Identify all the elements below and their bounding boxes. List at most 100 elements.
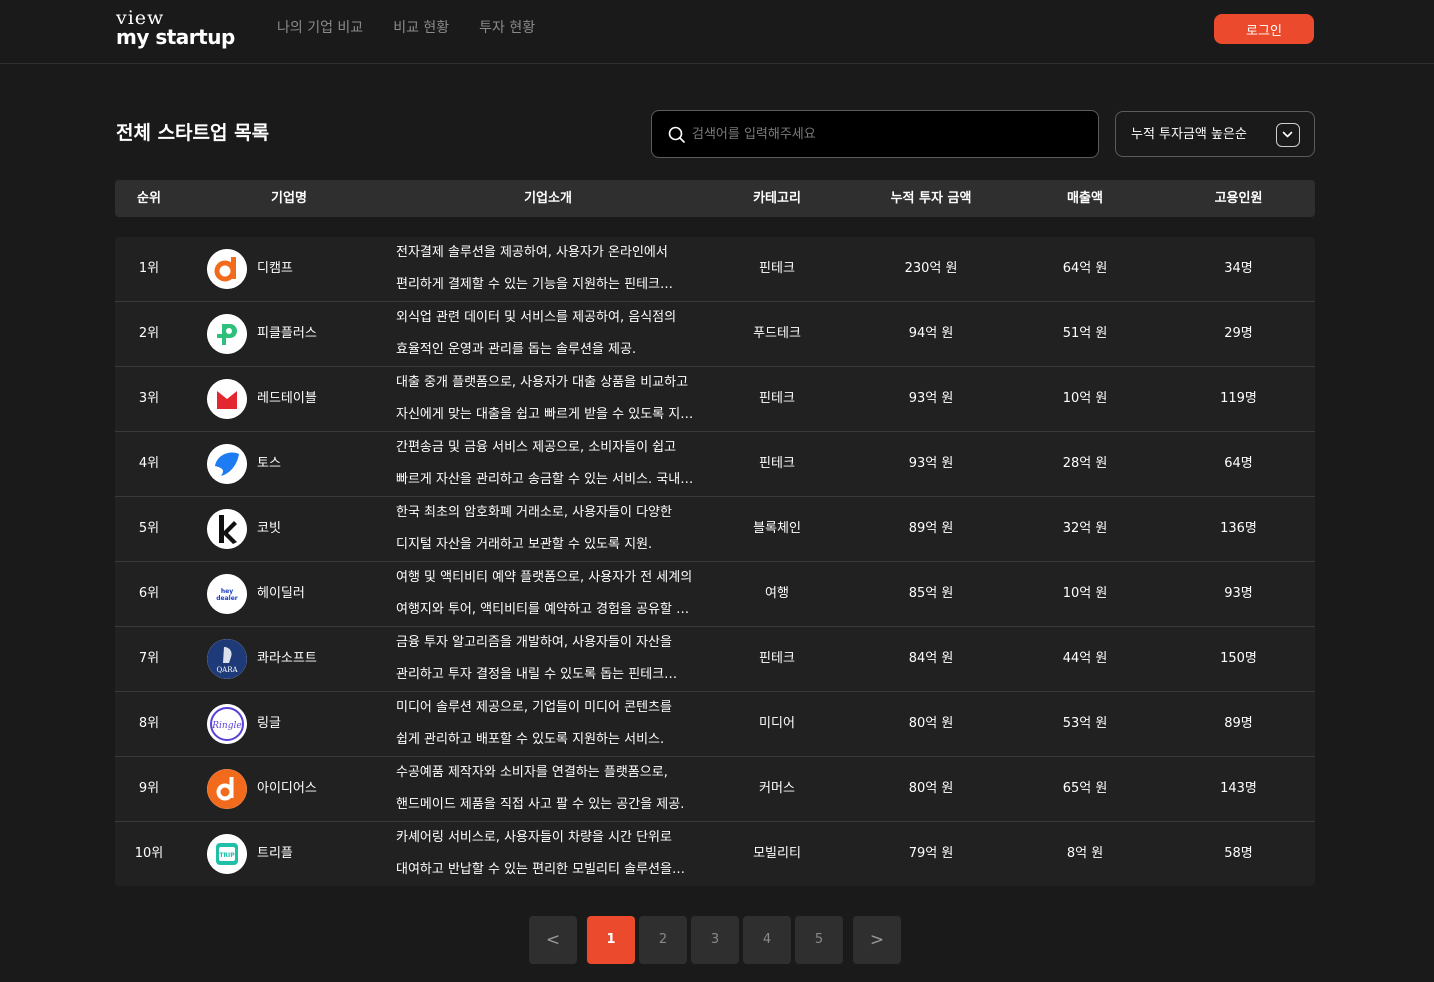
revenue-cell: 65억 원	[1062, 781, 1108, 796]
rank-cell: 2위	[138, 326, 160, 341]
investment-cell: 80억 원	[908, 781, 954, 796]
employees-cell: 93명	[1224, 586, 1253, 601]
category-cell: 블록체인	[753, 521, 801, 536]
revenue-cell: 53억 원	[1062, 716, 1108, 731]
description-line-2: 빠르게 자산을 관리하고 송금할 수 있는 서비스. 국내…	[396, 472, 694, 487]
nav-investment-status[interactable]: 투자 현황	[479, 18, 535, 38]
company-name: 토스	[257, 456, 281, 471]
investment-cell: 93억 원	[908, 391, 954, 406]
company-name: 피클플러스	[257, 326, 317, 341]
company-description: 금융 투자 알고리즘을 개발하여, 사용자들이 자산을 관리하고 투자 결정을 …	[396, 627, 696, 691]
table-row[interactable]: 2위 피클플러스 외식업 관련 데이터 및 서비스를 제공하여, 음식점의 효율…	[115, 302, 1315, 367]
employees-cell: 29명	[1224, 326, 1253, 341]
investment-cell: 230억 원	[904, 261, 958, 276]
company-description: 외식업 관련 데이터 및 서비스를 제공하여, 음식점의 효율적인 운영과 관리…	[396, 302, 696, 366]
logo[interactable]: view my startup	[116, 8, 236, 52]
investment-cell: 89억 원	[908, 521, 954, 536]
heydealer-logo-text-1: hey	[221, 588, 233, 595]
description-line-2: 편리하게 결제할 수 있는 기능을 지원하는 핀테크…	[396, 277, 673, 292]
category-cell: 핀테크	[759, 391, 795, 406]
revenue-cell: 8억 원	[1066, 846, 1104, 861]
rank-cell: 7위	[138, 651, 160, 666]
revenue-cell: 51억 원	[1062, 326, 1108, 341]
column-header-category[interactable]: 카테고리	[700, 180, 854, 217]
rank-cell: 8위	[138, 716, 160, 731]
page-title: 전체 스타트업 목록	[116, 122, 270, 144]
column-header-investment[interactable]: 누적 투자 금액	[854, 180, 1008, 217]
page-1-button[interactable]: 1	[587, 916, 635, 964]
rank-cell: 5위	[138, 521, 160, 536]
search-box[interactable]	[651, 110, 1099, 158]
logo-bottom-text: my startup	[116, 25, 235, 49]
triple-logo-text: TRIP	[219, 852, 235, 859]
rank-cell: 10위	[134, 846, 164, 861]
company-name: 헤이딜러	[257, 586, 305, 601]
qara-logo-text: QARA	[216, 666, 238, 674]
pickleplus-logo	[207, 314, 247, 354]
revenue-cell: 44억 원	[1062, 651, 1108, 666]
company-name: 레드테이블	[257, 391, 317, 406]
table-row[interactable]: 6위 hey dealer 헤이딜러 여행 및 액티비티 예약 플랫폼으로, 사용…	[115, 562, 1315, 627]
company-name: 디캠프	[257, 261, 293, 276]
rank-cell: 3위	[138, 391, 160, 406]
investment-cell: 79억 원	[908, 846, 954, 861]
page-4-button[interactable]: 4	[743, 916, 791, 964]
category-cell: 푸드테크	[753, 326, 801, 341]
column-header-employees[interactable]: 고용인원	[1162, 180, 1315, 217]
description-line-1: 간편송금 및 금융 서비스 제공으로, 소비자들이 쉽고	[396, 440, 677, 455]
ringle-logo: Ringle	[207, 704, 247, 744]
prev-page-button[interactable]: <	[529, 916, 577, 964]
nav-compare-status[interactable]: 비교 현황	[393, 18, 449, 38]
description-line-1: 미디어 솔루션 제공으로, 기업들이 미디어 콘텐츠를	[396, 700, 672, 715]
table-row[interactable]: 4위 토스 간편송금 및 금융 서비스 제공으로, 소비자들이 쉽고 빠르게 자…	[115, 432, 1315, 497]
column-header-revenue[interactable]: 매출액	[1008, 180, 1162, 217]
sort-dropdown[interactable]: 누적 투자금액 높은순	[1115, 111, 1315, 157]
category-cell: 여행	[765, 586, 789, 601]
description-line-1: 금융 투자 알고리즘을 개발하여, 사용자들이 자산을	[396, 635, 672, 650]
login-button[interactable]: 로그인	[1214, 14, 1314, 44]
employees-cell: 143명	[1220, 781, 1257, 796]
description-line-1: 한국 최초의 암호화폐 거래소로, 사용자들이 다양한	[396, 505, 672, 520]
nav-my-company-compare[interactable]: 나의 기업 비교	[277, 18, 363, 38]
rank-cell: 9위	[138, 781, 160, 796]
investment-cell: 94억 원	[908, 326, 954, 341]
table-row[interactable]: 7위 QARA 콰라소프트 금융 투자 알고리즘을 개발하여, 사용자들이 자산…	[115, 627, 1315, 692]
employees-cell: 34명	[1224, 261, 1253, 276]
description-line-1: 대출 중개 플랫폼으로, 사용자가 대출 상품을 비교하고	[396, 375, 689, 390]
table-row[interactable]: 3위 레드테이블 대출 중개 플랫폼으로, 사용자가 대출 상품을 비교하고 자…	[115, 367, 1315, 432]
column-header-company[interactable]: 기업명	[207, 180, 371, 217]
table-row[interactable]: 5위 코빗 한국 최초의 암호화폐 거래소로, 사용자들이 다양한 디지털 자산…	[115, 497, 1315, 562]
investment-cell: 93억 원	[908, 456, 954, 471]
search-input[interactable]	[692, 111, 1092, 157]
top-header: view my startup 나의 기업 비교 비교 현황 투자 현황 로그인	[0, 0, 1434, 64]
korbit-logo	[207, 509, 247, 549]
description-line-2: 디지털 자산을 거래하고 보관할 수 있도록 지원.	[396, 537, 653, 552]
company-description: 대출 중개 플랫폼으로, 사용자가 대출 상품을 비교하고 자신에게 맞는 대출…	[396, 367, 696, 431]
employees-cell: 58명	[1224, 846, 1253, 861]
table-row[interactable]: 1위 디캠프 전자결제 솔루션을 제공하여, 사용자가 온라인에서 편리하게 결…	[115, 237, 1315, 302]
next-page-button[interactable]: >	[853, 916, 901, 964]
column-header-rank[interactable]: 순위	[115, 180, 183, 217]
page-3-button[interactable]: 3	[691, 916, 739, 964]
table-row[interactable]: 8위 Ringle 링글 미디어 솔루션 제공으로, 기업들이 미디어 콘텐츠를…	[115, 692, 1315, 757]
page-5-button[interactable]: 5	[795, 916, 843, 964]
category-cell: 핀테크	[759, 651, 795, 666]
heydealer-logo: hey dealer	[207, 574, 247, 614]
search-icon	[667, 125, 687, 145]
description-line-2: 핸드메이드 제품을 직접 사고 팔 수 있는 공간을 제공.	[396, 797, 685, 812]
ringle-logo-text: Ringle	[211, 721, 241, 731]
description-line-1: 수공예품 제작자와 소비자를 연결하는 플랫폼으로,	[396, 765, 668, 780]
company-description: 전자결제 솔루션을 제공하여, 사용자가 온라인에서 편리하게 결제할 수 있는…	[396, 237, 696, 301]
description-line-1: 여행 및 액티비티 예약 플랫폼으로, 사용자가 전 세계의	[396, 570, 693, 585]
redtable-logo	[207, 379, 247, 419]
column-header-description[interactable]: 기업소개	[396, 180, 700, 217]
revenue-cell: 10억 원	[1062, 586, 1108, 601]
company-name: 콰라소프트	[257, 651, 317, 666]
category-cell: 핀테크	[759, 261, 795, 276]
employees-cell: 89명	[1224, 716, 1253, 731]
page-2-button[interactable]: 2	[639, 916, 687, 964]
company-description: 미디어 솔루션 제공으로, 기업들이 미디어 콘텐츠를 쉽게 관리하고 배포할 …	[396, 692, 696, 756]
toss-logo	[207, 444, 247, 484]
table-row[interactable]: 9위 아이디어스 수공예품 제작자와 소비자를 연결하는 플랫폼으로, 핸드메이…	[115, 757, 1315, 822]
table-row[interactable]: 10위 TRIP 트리플 카셰어링 서비스로, 사용자들이 차량을 시간 단위로…	[115, 822, 1315, 886]
